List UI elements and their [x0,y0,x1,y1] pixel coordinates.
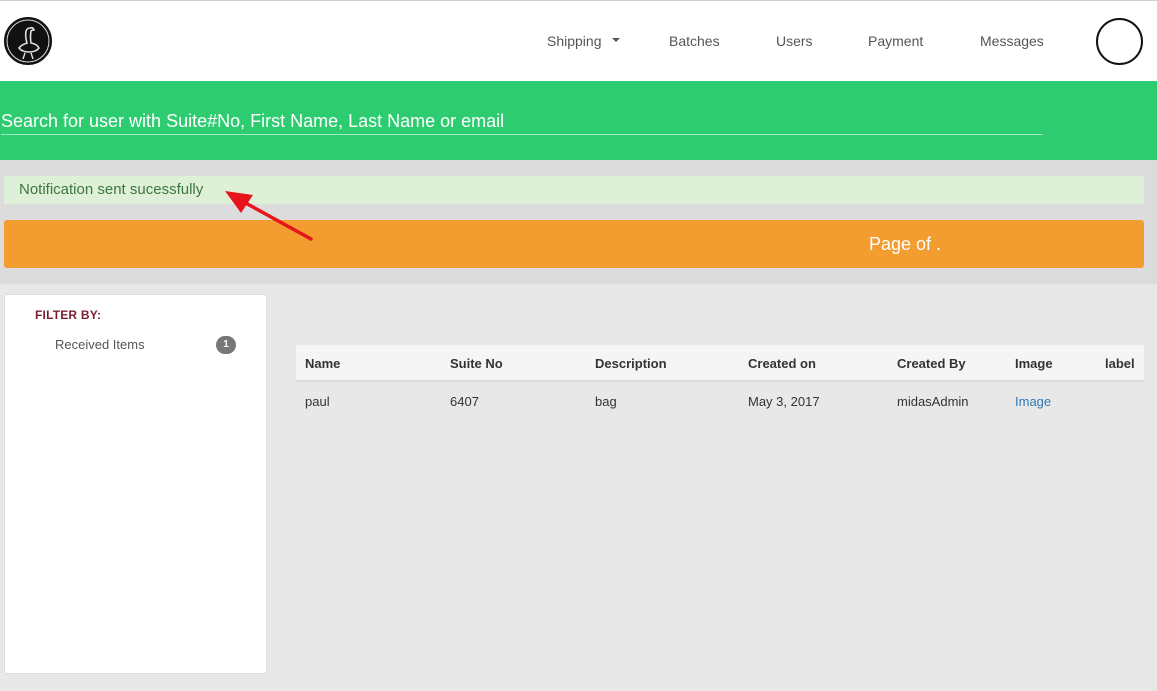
column-header-name[interactable]: Name [305,356,340,371]
table-header-row: Name Suite No Description Created on Cre… [296,345,1144,382]
search-band [0,81,1157,160]
cell-created-on: May 3, 2017 [748,394,820,409]
success-alert-message: Notification sent sucessfully [19,181,204,198]
success-alert: Notification sent sucessfully [4,176,1144,204]
column-header-suite-no[interactable]: Suite No [450,356,503,371]
image-link[interactable]: Image [1015,394,1051,409]
cell-description: bag [595,394,617,409]
nav-item-shipping-label: Shipping [547,33,602,49]
cell-created-by: midasAdmin [897,394,969,409]
filter-title: FILTER BY: [35,308,102,322]
cell-name: paul [305,394,330,409]
top-navbar: Shipping Batches Users Payment Messages [0,0,1157,81]
column-header-created-on[interactable]: Created on [748,356,816,371]
red-arrow-annotation [225,191,313,241]
cell-suite-no: 6407 [450,394,479,409]
count-badge: 1 [216,336,236,354]
column-header-description[interactable]: Description [595,356,667,371]
items-table: Name Suite No Description Created on Cre… [296,345,1144,420]
nav-item-shipping[interactable]: Shipping [547,33,620,49]
filter-item-label: Received Items [55,337,145,352]
caret-down-icon [611,38,620,43]
nav-item-users[interactable]: Users [776,33,813,49]
pager-bar: Page of . [4,220,1144,268]
column-header-image[interactable]: Image [1015,356,1053,371]
pager-text: Page of . [869,234,942,254]
table-row: paul 6407 bag May 3, 2017 midasAdmin Ima… [296,382,1144,420]
column-header-label[interactable]: label [1105,356,1135,371]
user-search-input[interactable] [1,108,1043,135]
filter-sidebar: FILTER BY: Received Items 1 [4,294,267,674]
nav-item-payment[interactable]: Payment [868,33,923,49]
alerts-area: Notification sent sucessfully Page of . [0,160,1157,284]
column-header-created-by[interactable]: Created By [897,356,966,371]
nav-item-messages[interactable]: Messages [980,33,1044,49]
ostrich-logo-icon[interactable] [4,17,52,65]
user-avatar-icon[interactable] [1096,18,1143,65]
filter-item-received-items[interactable]: Received Items 1 [35,333,237,357]
nav-item-batches[interactable]: Batches [669,33,720,49]
